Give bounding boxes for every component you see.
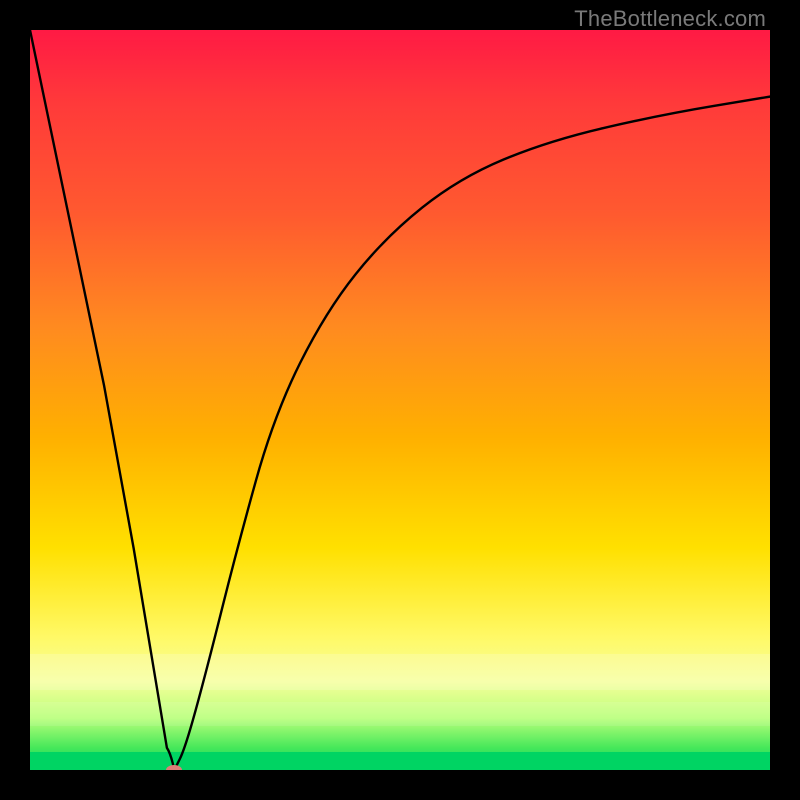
watermark-text: TheBottleneck.com [574,6,766,32]
minimum-marker [166,765,182,770]
curve-svg [30,30,770,770]
chart-frame: TheBottleneck.com [0,0,800,800]
bottleneck-curve [30,30,770,770]
plot-area [30,30,770,770]
